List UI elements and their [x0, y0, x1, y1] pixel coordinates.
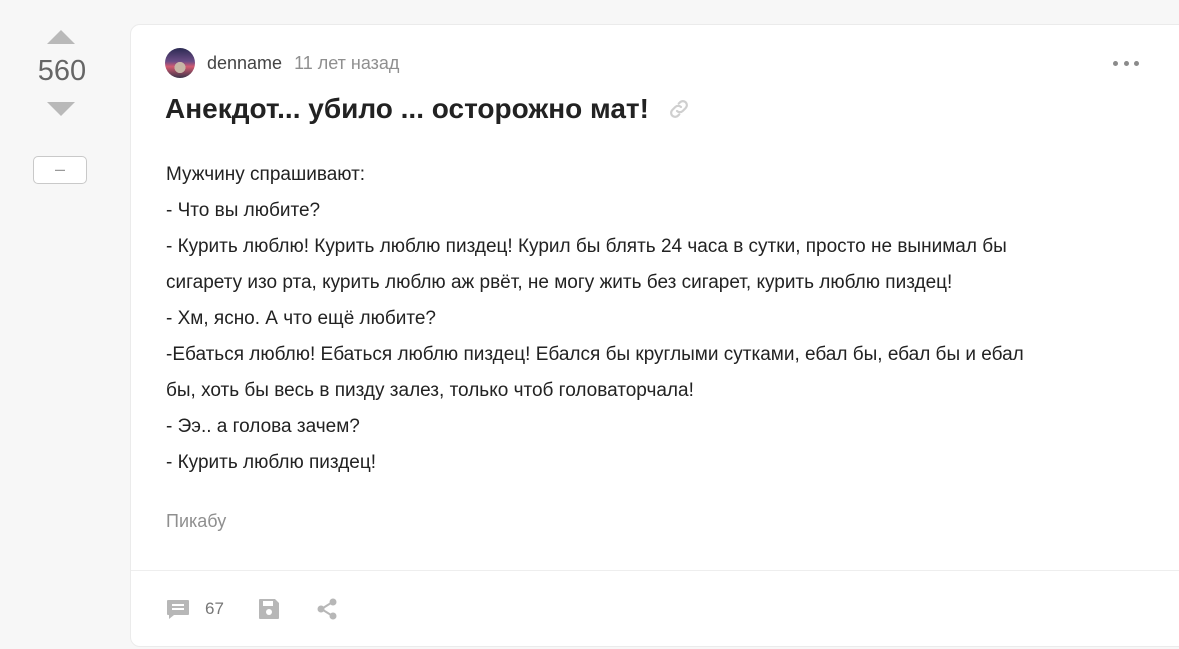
post-header: denname 11 лет назад	[165, 47, 399, 79]
post-time: 11 лет назад	[294, 52, 400, 73]
vote-count: 560	[37, 55, 87, 87]
link-icon[interactable]	[667, 97, 691, 121]
body-line: - Ээ.. а голова зачем?	[166, 416, 360, 437]
body-line: -Ебаться люблю! Ебаться люблю пиздец! Еб…	[166, 344, 1024, 365]
source-link[interactable]: Пикабу	[166, 511, 226, 532]
body-line: - Курить люблю пиздец!	[166, 452, 377, 473]
more-options-icon[interactable]	[1113, 56, 1139, 70]
footer-divider	[131, 570, 1179, 571]
post-title[interactable]: Анекдот... убило ... осторожно мат!	[165, 93, 649, 125]
body-line: бы, хоть бы весь в пизду залез, только ч…	[166, 380, 694, 401]
body-line: - Курить люблю! Курить люблю пиздец! Кур…	[166, 236, 1007, 257]
body-line: - Хм, ясно. А что ещё любите?	[166, 308, 436, 329]
upvote-arrow-icon[interactable]	[47, 30, 75, 44]
comments-count[interactable]: 67	[205, 599, 224, 619]
body-line: сигарету изо рта, курить люблю аж рвёт, …	[166, 272, 953, 293]
more-dot	[1113, 60, 1118, 66]
share-icon[interactable]	[314, 596, 340, 622]
post-footer: 67	[165, 593, 340, 625]
post-card: denname 11 лет назад Анекдот... убило ..…	[130, 24, 1179, 647]
downvote-arrow-icon[interactable]	[47, 102, 75, 116]
post-body: Мужчину спрашивают: - Что вы любите? - К…	[166, 157, 1146, 481]
comment-icon[interactable]	[165, 596, 191, 622]
author-name[interactable]: denname	[207, 53, 282, 74]
avatar[interactable]	[165, 48, 195, 78]
body-line: Мужчину спрашивают:	[166, 164, 366, 185]
save-icon[interactable]	[256, 596, 282, 622]
post-title-row: Анекдот... убило ... осторожно мат!	[165, 93, 691, 125]
body-line: - Что вы любите?	[166, 200, 321, 221]
vote-column: 560 –	[0, 0, 124, 649]
more-dot	[1134, 60, 1139, 66]
collapse-button[interactable]: –	[33, 156, 87, 184]
more-dot	[1123, 60, 1129, 66]
